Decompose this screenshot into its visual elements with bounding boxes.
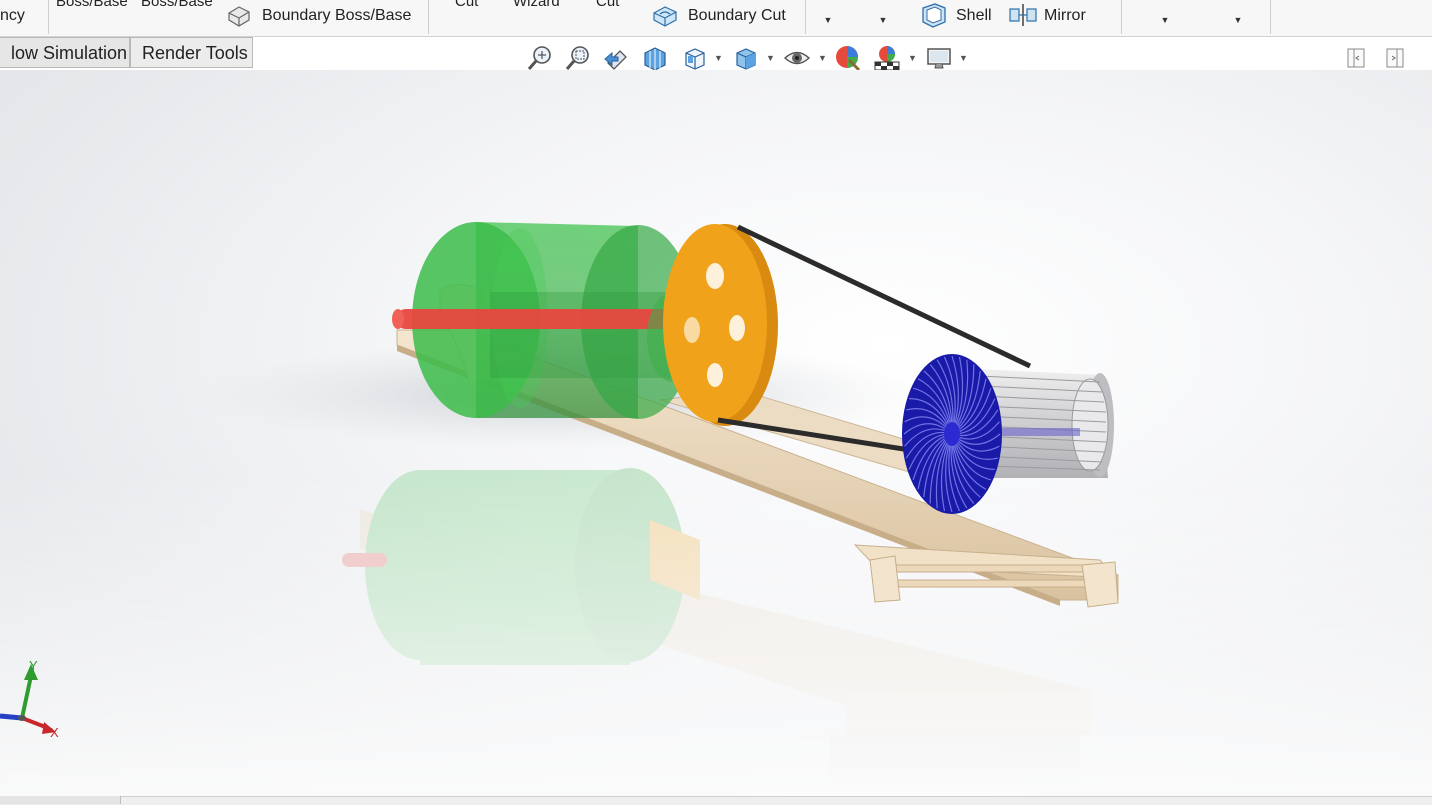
boundary-cut-icon[interactable] <box>651 1 679 29</box>
lofted-boss-label[interactable]: Boss/Base <box>141 0 213 10</box>
boundary-boss-button[interactable]: Boundary Boss/Base <box>262 7 411 25</box>
restore-pane-right-icon[interactable] <box>1384 46 1406 70</box>
display-style-icon[interactable] <box>731 43 761 73</box>
swept-boss-label[interactable]: Boss/Base <box>56 0 128 10</box>
model-tab[interactable] <box>0 796 121 804</box>
drive-belt <box>736 224 1032 369</box>
bracket-end <box>1081 561 1119 608</box>
previous-view-icon[interactable] <box>602 43 632 73</box>
revolved-cut-label[interactable]: Cut <box>596 0 619 10</box>
ribbon-separator <box>48 0 49 34</box>
view-orientation-dropdown-icon[interactable]: ▼ <box>714 53 723 63</box>
view-settings-icon[interactable] <box>924 43 954 73</box>
hole-wizard-label[interactable]: Wizard <box>513 0 560 10</box>
fillet-dropdown-icon[interactable]: ▼ <box>823 15 833 25</box>
bracket-bar <box>879 579 1101 588</box>
hide-show-items-icon[interactable] <box>782 43 812 73</box>
hide-show-dropdown-icon[interactable]: ▼ <box>818 53 827 63</box>
bracket-end <box>869 555 901 603</box>
boundary-cut-button[interactable]: Boundary Cut <box>688 7 786 25</box>
command-manager-ribbon: ncy Boss/Base Boss/Base Boundary Boss/Ba… <box>0 0 1432 37</box>
triad-x-label: X <box>50 725 59 740</box>
fan-impeller <box>902 354 1002 514</box>
ribbon-separator <box>428 0 429 34</box>
section-view-icon[interactable] <box>640 43 670 73</box>
reflection-fade <box>0 470 1432 796</box>
ribbon-separator <box>1270 0 1271 34</box>
bracket-bar <box>879 564 1101 573</box>
ribbon-separator <box>1121 0 1122 34</box>
shell-icon[interactable] <box>920 1 948 29</box>
zoom-to-fit-icon[interactable] <box>525 43 555 73</box>
boundary-boss-icon[interactable] <box>225 1 253 29</box>
graphics-area[interactable]: Y X <box>0 70 1432 796</box>
heads-up-view-toolbar: ▼ ▼ ▼ ▼ ▼ <box>0 43 1432 73</box>
mirror-button[interactable]: Mirror <box>1044 7 1086 25</box>
ribbon-separator <box>805 0 806 34</box>
apply-scene-icon[interactable] <box>872 43 902 73</box>
edit-appearance-icon[interactable] <box>833 43 863 73</box>
apply-scene-dropdown-icon[interactable]: ▼ <box>908 53 917 63</box>
view-orientation-icon[interactable] <box>680 43 710 73</box>
reference-geometry-dropdown-icon[interactable]: ▼ <box>1160 15 1170 25</box>
zoom-to-area-icon[interactable] <box>563 43 593 73</box>
view-settings-dropdown-icon[interactable]: ▼ <box>959 53 968 63</box>
curves-dropdown-icon[interactable]: ▼ <box>1233 15 1243 25</box>
3d-model-view[interactable]: Y X <box>0 70 1432 796</box>
extruded-cut-label[interactable]: Cut <box>455 0 478 10</box>
restore-pane-left-icon[interactable] <box>1345 46 1367 70</box>
shaft-end <box>392 309 404 329</box>
ribbon-partial-label[interactable]: ncy <box>0 7 25 25</box>
pattern-dropdown-icon[interactable]: ▼ <box>878 15 888 25</box>
drive-pulley <box>663 224 778 426</box>
mirror-icon[interactable] <box>1008 1 1037 29</box>
triad-y-label: Y <box>29 658 38 673</box>
display-style-dropdown-icon[interactable]: ▼ <box>766 53 775 63</box>
shell-button[interactable]: Shell <box>956 7 992 25</box>
